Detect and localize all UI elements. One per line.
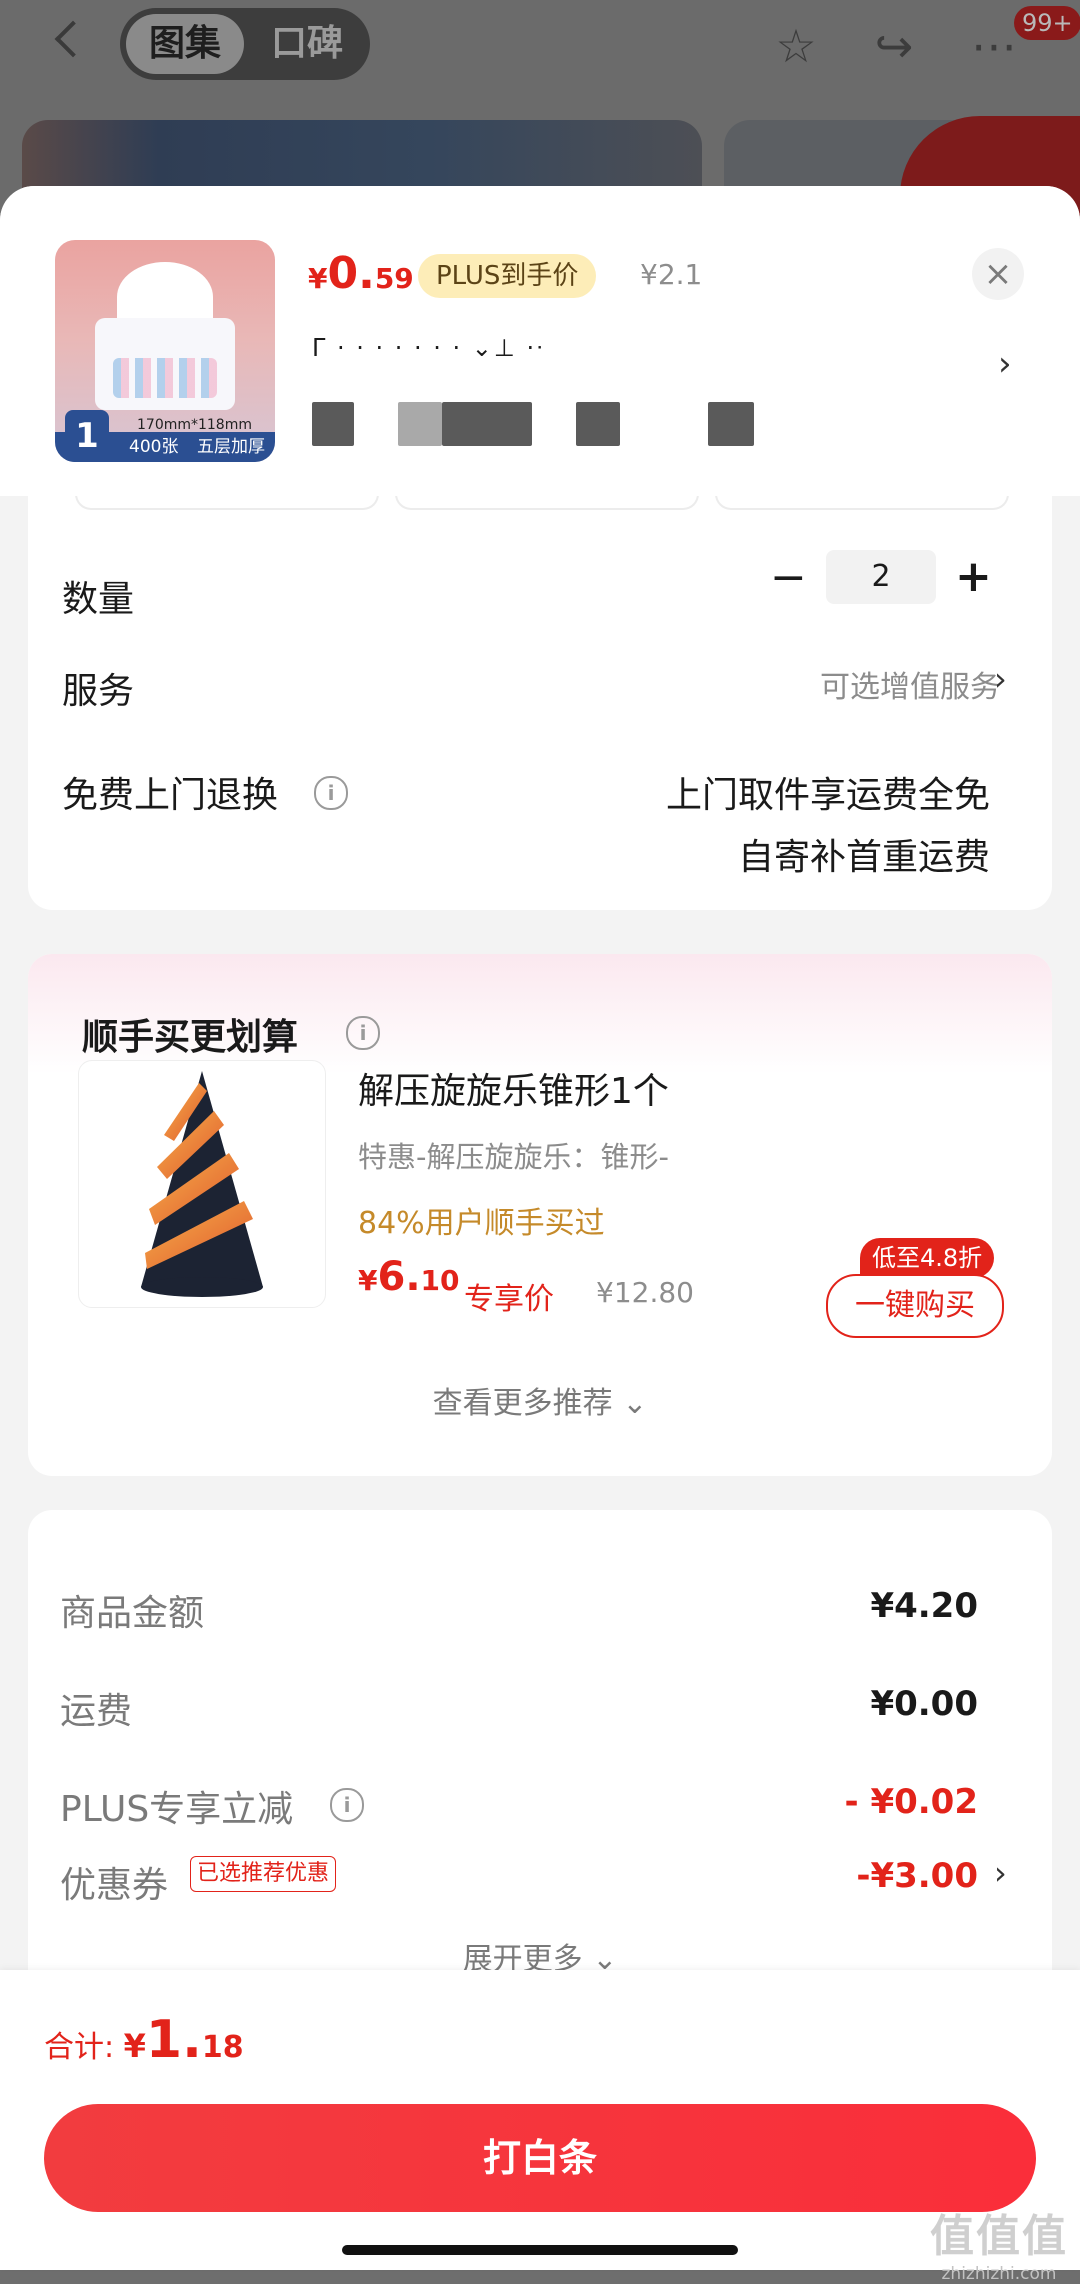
info-icon[interactable]: i (346, 1016, 380, 1050)
blurred-spec (576, 402, 620, 446)
goods-amount-label: 商品金额 (60, 1593, 205, 1634)
thumbnail-sheets: 400张 (129, 437, 179, 457)
upsell-product-name[interactable]: 解压旋旋乐锥形1个 (358, 1062, 669, 1114)
gallery-review-switch[interactable]: 图集 口碑 (120, 8, 370, 80)
blurred-spec (312, 402, 354, 446)
free-return-label: 免费上门退换 (62, 775, 279, 816)
upsell-card: 顺手买更划算 i 解压旋旋乐锥形1个 特惠-解压旋旋乐：锥形- 84%用户顺手买 (28, 954, 1052, 1476)
service-hint[interactable]: 可选增值服务 (820, 662, 1000, 706)
info-icon[interactable]: i (314, 776, 348, 810)
quantity-minus-button[interactable]: − (770, 556, 807, 600)
more-recommendations-link[interactable]: 查看更多推荐 ⌄ (28, 1378, 1052, 1422)
quantity-input[interactable]: 2 (826, 550, 936, 604)
coupon-value[interactable]: -¥3.00 (856, 1856, 978, 1896)
quantity-label: 数量 (62, 579, 135, 620)
cone-toy-image (141, 1071, 263, 1297)
purchase-sheet: 170mm*118mm 1 400张 五层加厚 ¥0.59 PLUS到手价 ¥2… (0, 186, 1080, 2270)
watermark: 值值值 zhizhizhi.com (930, 2200, 1068, 2284)
notification-badge: 99+ (1014, 6, 1080, 40)
product-thumbnail[interactable]: 170mm*118mm 1 400张 五层加厚 (55, 240, 275, 462)
plus-price: ¥0.59 (308, 248, 414, 299)
coupon-label: 优惠券 (60, 1865, 169, 1906)
watermark-mark: 值值值 (930, 2211, 1068, 2262)
close-button[interactable]: × (972, 248, 1024, 300)
pay-baitiao-button[interactable]: 打白条 (44, 2104, 1036, 2212)
thumbnail-count: 1 (65, 410, 109, 462)
back-arrow-icon[interactable] (50, 18, 90, 58)
free-return-line1: 上门取件享运费全免 (665, 775, 990, 816)
checkout-bar: 合计: ¥1.18 打白条 值值值 zhizhizhi.com (0, 1970, 1080, 2284)
plus-discount-value: - ¥0.02 (844, 1782, 979, 1822)
share-icon[interactable]: ↪ (866, 18, 922, 74)
service-arrow-icon[interactable]: › (994, 660, 1007, 698)
coupon-recommended-tag: 已选推荐优惠 (190, 1856, 337, 1892)
blurred-spec (442, 402, 532, 446)
blurred-spec (708, 402, 754, 446)
one-click-buy-button[interactable]: 一键购买 (826, 1274, 1004, 1338)
info-icon[interactable]: i (330, 1788, 364, 1822)
quantity-plus-button[interactable]: + (955, 550, 992, 604)
plus-price-tag: PLUS到手价 (418, 254, 597, 298)
blurred-spec (398, 402, 442, 446)
free-return-line2: 自寄补首重运费 (737, 837, 990, 878)
shipping-label: 运费 (60, 1691, 133, 1732)
service-label: 服务 (62, 671, 135, 712)
original-price: ¥2.1 (640, 258, 703, 291)
tab-reviews[interactable]: 口碑 (250, 14, 364, 74)
thumbnail-info-bar: 1 400张 五层加厚 (55, 410, 275, 462)
chevron-right-icon[interactable]: › (998, 344, 1012, 384)
upsell-buyers-rate: 84%用户顺手买过 (358, 1206, 605, 1241)
upsell-original-price: ¥12.80 (596, 1276, 694, 1309)
product-header: 170mm*118mm 1 400张 五层加厚 ¥0.59 PLUS到手价 ¥2… (0, 186, 1080, 496)
coupon-arrow-icon[interactable]: › (994, 1854, 1007, 1892)
shipping-value: ¥0.00 (870, 1684, 978, 1724)
goods-amount-value: ¥4.20 (870, 1586, 978, 1626)
plus-discount-label: PLUS专享立减 (60, 1789, 294, 1830)
upsell-product-image[interactable] (78, 1060, 326, 1308)
watermark-url: zhizhizhi.com (941, 2264, 1057, 2284)
thumbnail-size-text: 170mm*118mm (137, 417, 252, 433)
total-price: 合计: ¥1.18 (44, 2010, 244, 2070)
upsell-product-desc: 特惠-解压旋旋乐：锥形- (358, 1140, 669, 1174)
total-label: 合计: (44, 2030, 124, 2065)
selected-spec-text[interactable]: ᒥ · · · · · · · ⌄⊥ ·ᐧ (312, 334, 544, 362)
upsell-price: ¥6.10 (358, 1254, 460, 1300)
thumbnail-layers: 五层加厚 (197, 437, 265, 457)
tab-gallery[interactable]: 图集 (126, 14, 244, 74)
upsell-title: 顺手买更划算 (82, 1017, 299, 1058)
exclusive-price-label: 专享价 (464, 1282, 554, 1317)
star-icon[interactable]: ☆ (768, 18, 824, 74)
background-page: 图集 口碑 ☆ ↪ ⋯ 99+ (0, 0, 1080, 220)
home-indicator (342, 2245, 738, 2255)
tissue-box-image (95, 318, 235, 410)
discount-tag: 低至4.8折 (860, 1238, 995, 1278)
